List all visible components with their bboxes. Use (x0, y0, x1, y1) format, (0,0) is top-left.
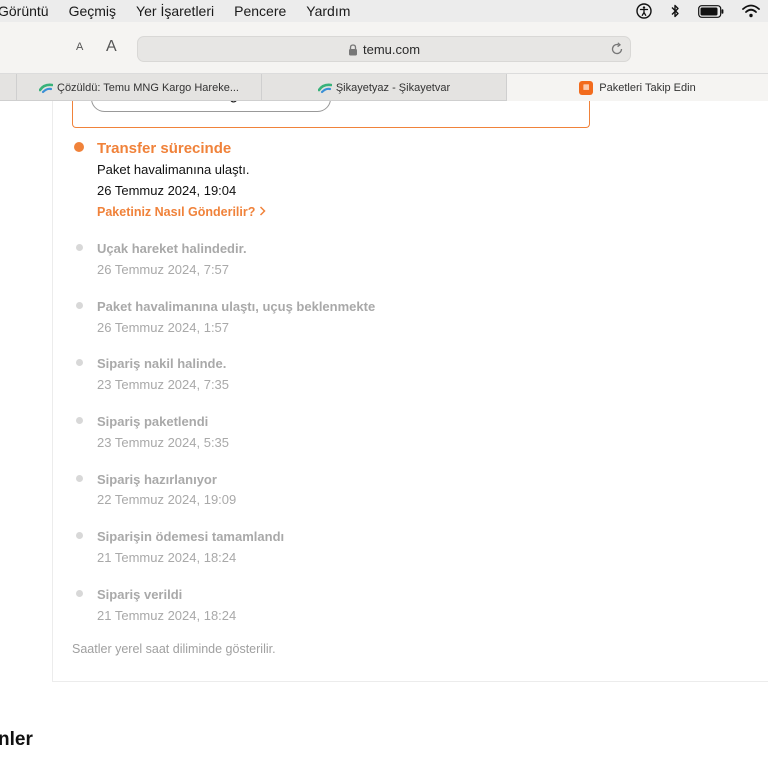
increase-font-button[interactable]: A (106, 38, 117, 56)
timeline-dot (76, 590, 83, 597)
event-date: 21 Temmuz 2024, 18:24 (97, 550, 237, 565)
menu-history[interactable]: Geçmiş (69, 3, 116, 19)
shipping-info-link[interactable]: Paketiniz Nasıl Gönderilir? (97, 205, 266, 219)
current-event-date: 26 Temmuz 2024, 19:04 (97, 183, 237, 198)
tab-sikayetyaz[interactable]: Şikayetyaz - Şikayetvar (261, 74, 506, 101)
tab-label: Çözüldü: Temu MNG Kargo Hareke... (57, 81, 239, 94)
event-title: Sipariş nakil halinde. (97, 356, 227, 371)
wifi-icon[interactable] (742, 4, 760, 18)
event-title: Sipariş paketlendi (97, 414, 209, 429)
timeline-dot (76, 302, 83, 309)
menu-window[interactable]: Pencere (234, 3, 286, 19)
event-date: 22 Temmuz 2024, 19:09 (97, 492, 237, 507)
url-text: temu.com (363, 42, 421, 57)
tab-label: Şikayetyaz - Şikayetvar (335, 81, 451, 94)
timezone-note: Saatler yerel saat diliminde gösterilir. (72, 642, 276, 656)
shipping-info-link-label: Paketiniz Nasıl Gönderilir? (97, 205, 256, 219)
event-date: 23 Temmuz 2024, 7:35 (97, 377, 230, 392)
lock-icon (348, 43, 358, 56)
address-bar[interactable]: temu.com (137, 36, 631, 62)
timeline-dot (76, 532, 83, 539)
tab-label: Paketleri Takip Edin (599, 81, 696, 94)
tab-paketleri-takip-edin[interactable]: ▦ Paketleri Takip Edin (506, 74, 768, 101)
event-date: 26 Temmuz 2024, 1:57 (97, 320, 230, 335)
sikayetvar-icon (317, 82, 333, 94)
shipment-info-button[interactable]: Gönderi bilgileri (91, 101, 331, 112)
sikayetvar-icon (38, 82, 54, 94)
reload-icon[interactable] (610, 42, 624, 56)
battery-icon[interactable] (698, 4, 724, 18)
menu-bar: Görüntü Geçmiş Yer İşaretleri Pencere Ya… (0, 0, 768, 22)
timeline-dot-active (74, 142, 84, 152)
menu-bookmarks[interactable]: Yer İşaretleri (136, 3, 214, 19)
timeline-dot (76, 475, 83, 482)
event-title: Sipariş hazırlanıyor (97, 472, 217, 487)
accessibility-icon[interactable] (636, 3, 652, 19)
bluetooth-icon[interactable] (670, 3, 680, 19)
event-title: Siparişin ödemesi tamamlandı (97, 529, 285, 544)
event-date: 21 Temmuz 2024, 18:24 (97, 608, 237, 623)
chevron-right-icon (259, 205, 266, 219)
section-heading: nler (0, 729, 33, 750)
browser-toolbar: A A temu.com (0, 22, 768, 74)
shipment-info-box: Gönderi bilgileri (72, 101, 590, 128)
event-title: Sipariş verildi (97, 587, 183, 602)
timeline-dot (76, 417, 83, 424)
event-title: Uçak hareket halindedir. (97, 241, 247, 256)
current-event-description: Paket havalimanına ulaştı. (97, 162, 250, 177)
status-area (636, 0, 760, 22)
current-event-title: Transfer sürecinde (97, 140, 232, 157)
temu-icon: ▦ (579, 80, 594, 95)
menu-view[interactable]: Görüntü (0, 3, 49, 19)
timeline-dot (76, 244, 83, 251)
event-date: 23 Temmuz 2024, 5:35 (97, 435, 230, 450)
menu-help[interactable]: Yardım (306, 3, 350, 19)
event-date: 26 Temmuz 2024, 7:57 (97, 262, 230, 277)
event-title: Paket havalimanına ulaştı, uçuş beklenme… (97, 299, 376, 314)
decrease-font-button[interactable]: A (76, 41, 83, 53)
timeline-dot (76, 359, 83, 366)
tab-bar: Çözüldü: Temu MNG Kargo Hareke... Şikaye… (0, 74, 768, 101)
tab-temu-mng-kargo[interactable]: Çözüldü: Temu MNG Kargo Hareke... (16, 74, 261, 101)
